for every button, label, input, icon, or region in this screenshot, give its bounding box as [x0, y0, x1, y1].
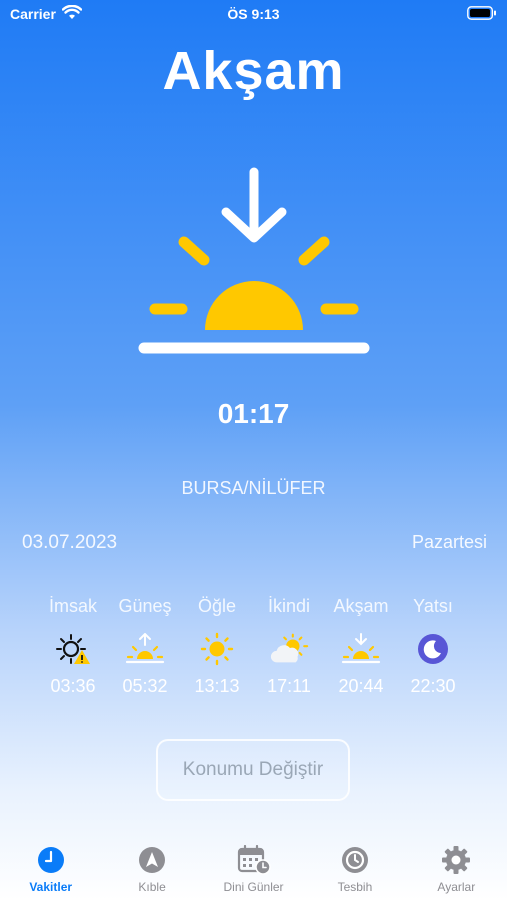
tab-label: Kıble [138, 880, 166, 894]
prayer-name: İkindi [267, 596, 311, 616]
prayer-yatsi: Yatsı 22:30 [398, 596, 468, 697]
prayer-ikindi: İkindi 17:11 [254, 596, 324, 697]
tab-label: Vakitler [29, 880, 73, 894]
status-bar: Carrier ÖS 9:13 [0, 0, 507, 30]
prayer-imsak: İmsak 03:36 [38, 596, 108, 697]
sun-cloud-icon [269, 632, 309, 666]
compass-icon [138, 845, 166, 875]
prayer-times-row: İmsak 03:36 Güneş 05:32 Öğle 13:13 İkind… [38, 596, 468, 697]
battery-icon [467, 6, 497, 25]
moon-icon [413, 632, 453, 666]
tab-bar: Vakitler Kıble Dini Günler Tesbih Ayarla… [0, 845, 507, 900]
prayer-name: İmsak [48, 596, 97, 616]
change-location-button[interactable]: Konumu Değiştir [156, 739, 350, 801]
prayer-aksam: Akşam 20:44 [326, 596, 396, 697]
prayer-time: 03:36 [50, 676, 96, 696]
prayer-ogle: Öğle 13:13 [182, 596, 252, 697]
sunset-icon [341, 632, 381, 666]
prayer-name: Öğle [197, 596, 237, 616]
prayer-time: 13:13 [194, 676, 240, 696]
sunset-illustration-icon [130, 160, 380, 365]
prayer-gunes: Güneş 05:32 [110, 596, 180, 697]
tab-tesbih[interactable]: Tesbih [304, 845, 405, 900]
sunrise-icon [125, 632, 165, 666]
location-label: BURSA/NİLÜFER [181, 478, 326, 498]
remaining-time: 01:17 [217, 398, 290, 429]
status-clock: ÖS 9:13 [227, 6, 280, 22]
calendar-icon [237, 845, 271, 875]
tab-label: Tesbih [337, 880, 373, 894]
prayer-name: Güneş [118, 596, 172, 616]
tab-ayarlar[interactable]: Ayarlar [406, 845, 507, 900]
prayer-name: Akşam [333, 596, 389, 616]
prayer-time: 22:30 [410, 676, 456, 696]
gear-icon [441, 845, 471, 875]
tab-label: Dini Günler [223, 880, 284, 894]
moon-sun-warning-icon [53, 632, 93, 666]
date-label: 03.07.2023 [22, 532, 118, 553]
prayer-name: Yatsı [413, 596, 453, 616]
tab-dini-gunler[interactable]: Dini Günler [203, 845, 304, 900]
tab-kible[interactable]: Kıble [101, 845, 202, 900]
clock-icon [37, 845, 65, 875]
prayer-time: 05:32 [122, 676, 168, 696]
prayer-time: 20:44 [338, 676, 384, 696]
sun-icon [197, 632, 237, 666]
prayer-time: 17:11 [267, 676, 311, 696]
current-prayer-title: Akşam [162, 41, 345, 101]
tab-label: Ayarlar [437, 880, 476, 894]
timer-icon [341, 845, 369, 875]
tab-vakitler[interactable]: Vakitler [0, 845, 101, 900]
weekday-label: Pazartesi [411, 532, 487, 552]
